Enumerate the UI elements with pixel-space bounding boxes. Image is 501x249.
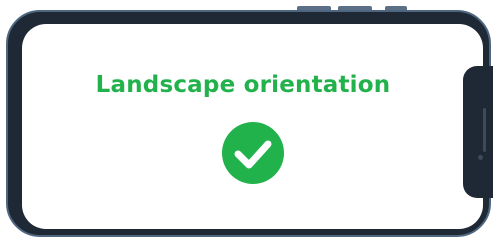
orientation-message: Landscape orientation [95, 72, 391, 98]
front-camera [478, 155, 483, 160]
check-circle-icon [222, 122, 284, 184]
phone-illustration: Landscape orientation [0, 0, 501, 249]
speaker-grille [483, 108, 486, 152]
